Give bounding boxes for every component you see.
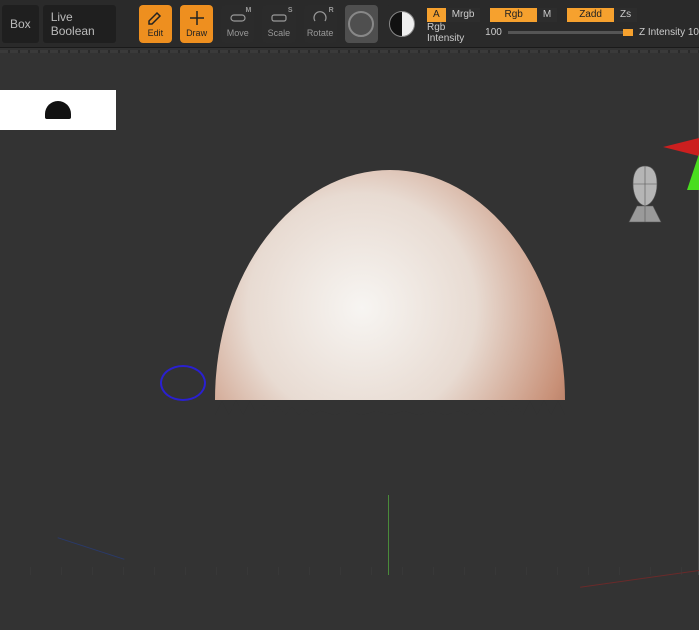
floor-grid: [0, 567, 699, 575]
head-orientation-icon[interactable]: [625, 162, 665, 226]
draw-button[interactable]: Draw: [180, 5, 213, 43]
pencil-icon: [145, 9, 165, 27]
z-intensity-value: 10: [688, 27, 699, 38]
thumbnail-shape-icon: [45, 101, 71, 119]
axis-y-icon: [687, 154, 699, 190]
rotate-label: Rotate: [307, 28, 334, 38]
navigation-widget[interactable]: [609, 120, 699, 240]
draw-label: Draw: [186, 28, 207, 38]
mrgb-mode-button[interactable]: Mrgb: [446, 8, 481, 22]
edit-button[interactable]: Edit: [139, 5, 172, 43]
move-button[interactable]: M Move: [221, 5, 254, 43]
move-label: Move: [227, 28, 249, 38]
floor-axis-y: [388, 495, 389, 575]
rotate-icon: [310, 9, 330, 27]
z-intensity-label: Z Intensity: [639, 27, 685, 38]
rgb-intensity-slider[interactable]: [508, 31, 633, 34]
sphere-split-icon: [389, 11, 415, 37]
shelf-strip: [0, 50, 699, 53]
material-toggle-button[interactable]: [386, 5, 419, 43]
sphere-outline-icon: [348, 11, 374, 37]
top-toolbar: Box Live Boolean Edit Draw M Move S Scal…: [0, 0, 699, 48]
brush-cursor: [160, 365, 206, 401]
live-boolean-button[interactable]: Live Boolean: [43, 5, 117, 43]
zsub-mode-button[interactable]: Zs: [614, 8, 637, 22]
scale-label: Scale: [268, 28, 291, 38]
scale-button[interactable]: S Scale: [262, 5, 295, 43]
a-mode-button[interactable]: A: [427, 8, 446, 22]
rotate-button[interactable]: R Rotate: [304, 5, 337, 43]
mesh-object[interactable]: [215, 170, 565, 420]
floor-axis-z: [58, 537, 125, 560]
m-mode-button[interactable]: M: [537, 8, 557, 22]
subtool-thumbnail[interactable]: [0, 90, 116, 130]
rgb-intensity-label: Rgb Intensity: [427, 22, 479, 44]
material-preview-button[interactable]: [345, 5, 378, 43]
rgb-mode-button[interactable]: Rgb: [490, 8, 536, 22]
rgb-intensity-value: 100: [485, 27, 502, 38]
crosshair-icon: [187, 9, 207, 27]
scale-icon: [269, 9, 289, 27]
edit-label: Edit: [148, 28, 164, 38]
mode-panel: A Mrgb Rgb M Zadd Zs Rgb Intensity 100 Z…: [427, 7, 699, 41]
zadd-mode-button[interactable]: Zadd: [567, 8, 614, 22]
box-button[interactable]: Box: [2, 5, 39, 43]
